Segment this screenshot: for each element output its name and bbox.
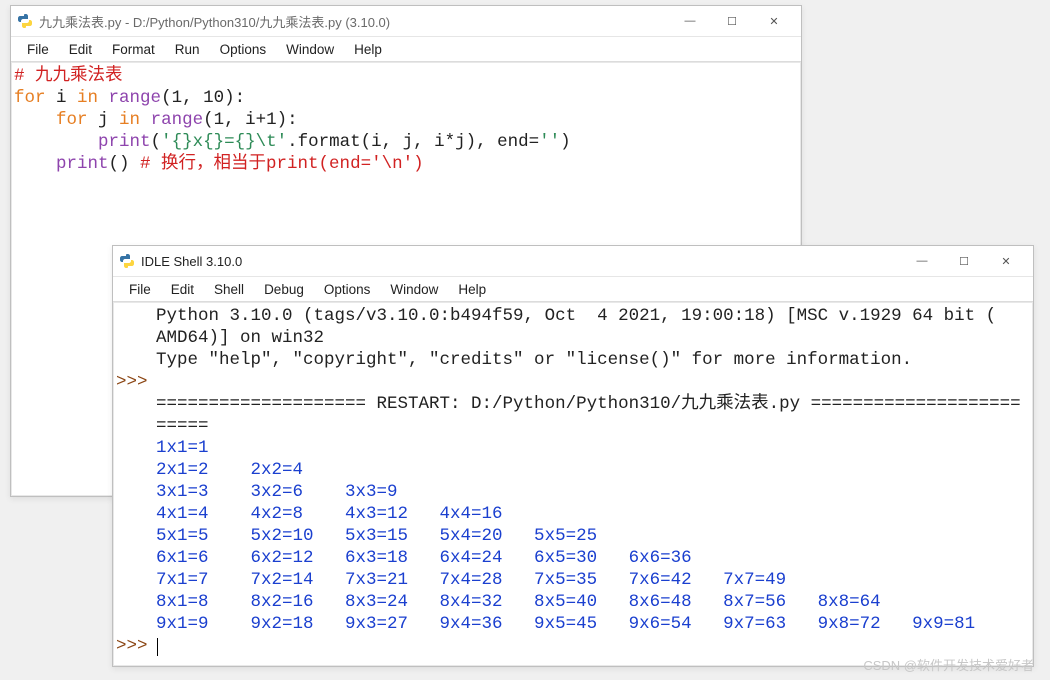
minimize-button[interactable]: — [901, 247, 943, 275]
menu-file[interactable]: File [121, 280, 159, 299]
menu-shell[interactable]: Shell [206, 280, 252, 299]
window-controls: — ☐ ✕ [669, 7, 795, 35]
menu-window[interactable]: Window [278, 40, 342, 59]
menu-debug[interactable]: Debug [256, 280, 312, 299]
code-keyword: for [56, 110, 88, 130]
shell-prompt: >>> [116, 635, 156, 657]
output-row: 6x1=6 6x2=12 6x3=18 6x4=24 6x5=30 6x6=36 [156, 547, 1030, 569]
restart-line: ===== [156, 415, 1030, 437]
code-ident: j [88, 110, 120, 130]
output-row: 9x1=9 9x2=18 9x3=27 9x4=36 9x5=45 9x6=54… [156, 613, 1030, 635]
output-row: 5x1=5 5x2=10 5x3=15 5x4=20 5x5=25 [156, 525, 1030, 547]
menu-edit[interactable]: Edit [163, 280, 202, 299]
code-builtin: range [140, 110, 203, 130]
menu-file[interactable]: File [19, 40, 57, 59]
maximize-button[interactable]: ☐ [711, 7, 753, 35]
menu-run[interactable]: Run [167, 40, 208, 59]
output-row: 1x1=1 [156, 437, 1030, 459]
editor-title: 九九乘法表.py - D:/Python/Python310/九九乘法表.py … [39, 12, 669, 31]
code-string: ' [161, 132, 172, 152]
code-paren: ) [560, 132, 571, 152]
output-row: 3x1=3 3x2=6 3x3=9 [156, 481, 1030, 503]
code-string: ' [277, 132, 288, 152]
code-comment: # 换行，相当于print(end='\n') [140, 154, 424, 174]
code-builtin: print [98, 132, 151, 152]
code-paren: (1, i+1): [203, 110, 298, 130]
code-builtin: print [56, 154, 109, 174]
shell-banner: Type "help", "copyright", "credits" or "… [156, 349, 1030, 371]
output-row: 4x1=4 4x2=8 4x3=12 4x4=16 [156, 503, 1030, 525]
code-ident: i [46, 88, 78, 108]
shell-window: IDLE Shell 3.10.0 — ☐ ✕ File Edit Shell … [112, 245, 1034, 667]
shell-prompt: >>> [116, 371, 156, 393]
menu-help[interactable]: Help [346, 40, 390, 59]
code-paren: () [109, 154, 141, 174]
code-indent [14, 154, 56, 174]
editor-menubar: File Edit Format Run Options Window Help [11, 37, 801, 62]
code-paren: (1, 10): [161, 88, 245, 108]
menu-format[interactable]: Format [104, 40, 163, 59]
minimize-button[interactable]: — [669, 7, 711, 35]
shell-content[interactable]: Python 3.10.0 (tags/v3.10.0:b494f59, Oct… [113, 302, 1033, 666]
editor-titlebar[interactable]: 九九乘法表.py - D:/Python/Python310/九九乘法表.py … [11, 6, 801, 37]
code-ident: .format(i, j, i*j), end= [287, 132, 539, 152]
code-string: '' [539, 132, 560, 152]
code-string: {}x{}={}\t [172, 132, 277, 152]
menu-options[interactable]: Options [316, 280, 379, 299]
shell-menubar: File Edit Shell Debug Options Window Hel… [113, 277, 1033, 302]
restart-line: ==================== RESTART: D:/Python/… [156, 393, 1030, 415]
code-builtin: range [98, 88, 161, 108]
code-indent [14, 110, 56, 130]
code-keyword: for [14, 88, 46, 108]
window-controls: — ☐ ✕ [901, 247, 1027, 275]
output-row: 8x1=8 8x2=16 8x3=24 8x4=32 8x5=40 8x6=48… [156, 591, 1030, 613]
output-row: 7x1=7 7x2=14 7x3=21 7x4=28 7x5=35 7x6=42… [156, 569, 1030, 591]
menu-edit[interactable]: Edit [61, 40, 100, 59]
code-indent [14, 132, 98, 152]
cursor-icon [157, 638, 158, 656]
code-paren: ( [151, 132, 162, 152]
close-button[interactable]: ✕ [753, 7, 795, 35]
close-button[interactable]: ✕ [985, 247, 1027, 275]
code-keyword: in [119, 110, 140, 130]
code-comment: # 九九乘法表 [14, 66, 123, 86]
shell-banner: AMD64)] on win32 [156, 327, 1030, 349]
shell-banner: Python 3.10.0 (tags/v3.10.0:b494f59, Oct… [156, 305, 1030, 327]
maximize-button[interactable]: ☐ [943, 247, 985, 275]
python-icon [17, 13, 33, 29]
menu-window[interactable]: Window [382, 280, 446, 299]
menu-help[interactable]: Help [450, 280, 494, 299]
code-keyword: in [77, 88, 98, 108]
output-row: 2x1=2 2x2=4 [156, 459, 1030, 481]
shell-title: IDLE Shell 3.10.0 [141, 254, 901, 269]
shell-titlebar[interactable]: IDLE Shell 3.10.0 — ☐ ✕ [113, 246, 1033, 277]
menu-options[interactable]: Options [212, 40, 275, 59]
python-icon [119, 253, 135, 269]
